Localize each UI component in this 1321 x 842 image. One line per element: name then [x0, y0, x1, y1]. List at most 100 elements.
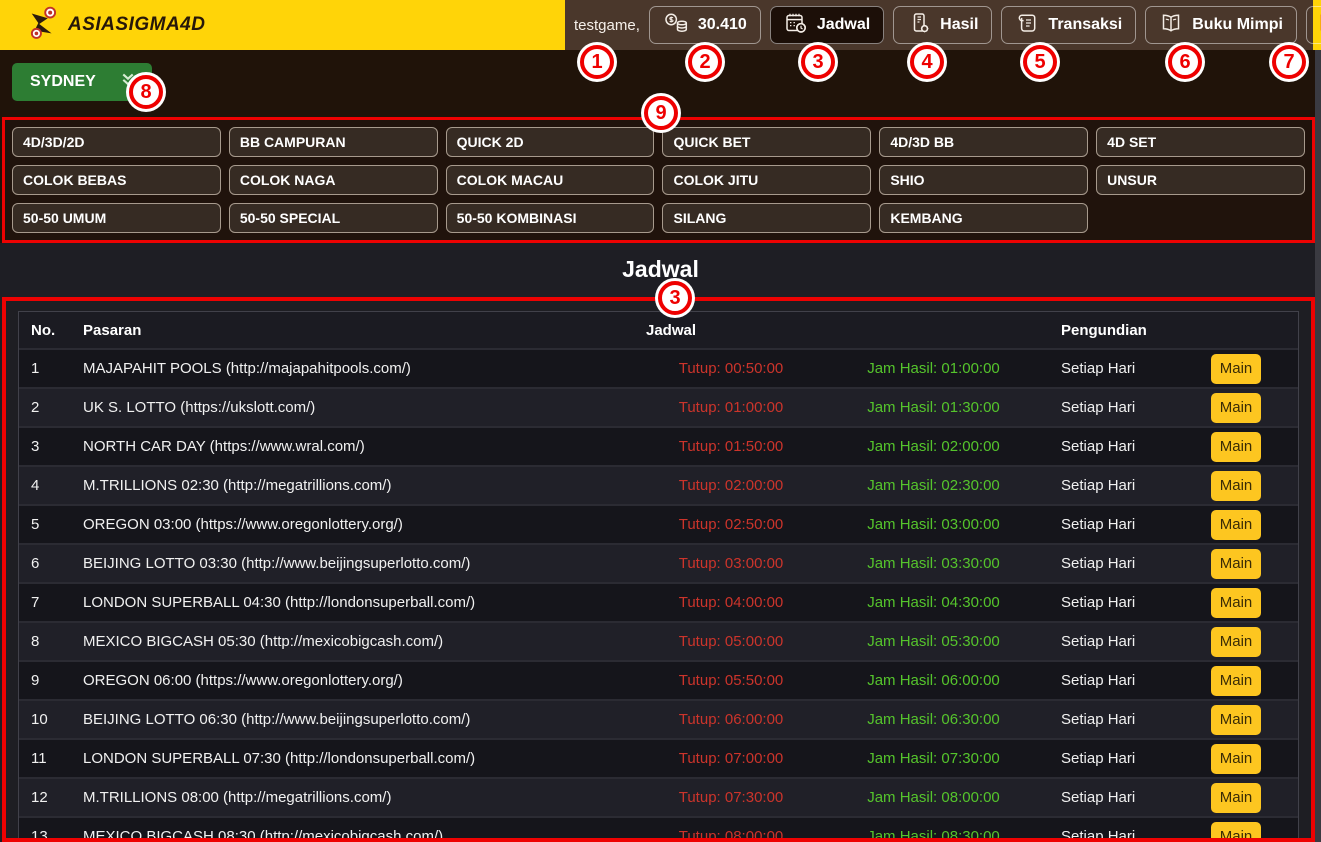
row-pengundian: Setiap Hari — [1051, 477, 1186, 494]
top-bar: ASIASIGMA4D testgame, 30.410 — [0, 0, 1321, 50]
row-pasaran: LONDON SUPERBALL 07:30 (http://londonsup… — [83, 750, 646, 767]
row-pasaran: MEXICO BIGCASH 05:30 (http://mexicobigca… — [83, 633, 646, 650]
main-button[interactable]: Main — [1211, 510, 1261, 540]
logout-button[interactable] — [1306, 6, 1321, 44]
row-no: 4 — [31, 477, 83, 494]
row-tutup-time: Tutup: 07:00:00 — [646, 750, 816, 767]
game-menu-shio[interactable]: SHIO — [879, 165, 1088, 195]
row-main-cell: Main — [1186, 471, 1286, 501]
table-row: 11LONDON SUPERBALL 07:30 (http://londons… — [19, 738, 1298, 777]
main-button[interactable]: Main — [1211, 549, 1261, 579]
row-pengundian: Setiap Hari — [1051, 828, 1186, 842]
game-menu-4d-3d-2d[interactable]: 4D/3D/2D — [12, 127, 221, 157]
row-pengundian: Setiap Hari — [1051, 594, 1186, 611]
game-menu-unsur[interactable]: UNSUR — [1096, 165, 1305, 195]
username-label: testgame, — [574, 17, 640, 34]
row-pasaran: NORTH CAR DAY (https://www.wral.com/) — [83, 438, 646, 455]
main-button[interactable]: Main — [1211, 354, 1261, 384]
main-button[interactable]: Main — [1211, 705, 1261, 735]
calendar-clock-icon — [784, 11, 808, 40]
game-menu-colok-macau[interactable]: COLOK MACAU — [446, 165, 655, 195]
table-row: 13MEXICO BIGCASH 08:30 (http://mexicobig… — [19, 816, 1298, 842]
table-row: 7LONDON SUPERBALL 04:30 (http://londonsu… — [19, 582, 1298, 621]
main-button[interactable]: Main — [1211, 744, 1261, 774]
main-button[interactable]: Main — [1211, 666, 1261, 696]
row-pasaran: MEXICO BIGCASH 08:30 (http://mexicobigca… — [83, 828, 646, 842]
game-menu-quick-2d[interactable]: QUICK 2D — [446, 127, 655, 157]
row-main-cell: Main — [1186, 666, 1286, 696]
balance-value: 30.410 — [698, 16, 747, 34]
game-menu-colok-naga[interactable]: COLOK NAGA — [229, 165, 438, 195]
row-main-cell: Main — [1186, 354, 1286, 384]
row-pasaran: M.TRILLIONS 08:00 (http://megatrillions.… — [83, 789, 646, 806]
nav-hasil-button[interactable]: Hasil — [893, 6, 992, 44]
nav-jadwal-label: Jadwal — [817, 16, 870, 34]
market-select-label: SYDNEY — [30, 73, 96, 91]
row-hasil-time: Jam Hasil: 07:30:00 — [816, 750, 1051, 767]
row-no: 2 — [31, 399, 83, 416]
game-menu-50-50-special[interactable]: 50-50 SPECIAL — [229, 203, 438, 233]
row-pasaran: BEIJING LOTTO 06:30 (http://www.beijings… — [83, 711, 646, 728]
game-menu-silang[interactable]: SILANG — [662, 203, 871, 233]
table-row: 6BEIJING LOTTO 03:30 (http://www.beijing… — [19, 543, 1298, 582]
game-menu-4d-set[interactable]: 4D SET — [1096, 127, 1305, 157]
main-button[interactable]: Main — [1211, 432, 1261, 462]
game-menu-quick-bet[interactable]: QUICK BET — [662, 127, 871, 157]
row-tutup-time: Tutup: 00:50:00 — [646, 360, 816, 377]
row-tutup-time: Tutup: 03:00:00 — [646, 555, 816, 572]
main-button[interactable]: Main — [1211, 393, 1261, 423]
table-row: 9OREGON 06:00 (https://www.oregonlottery… — [19, 660, 1298, 699]
row-tutup-time: Tutup: 05:00:00 — [646, 633, 816, 650]
game-menu-bb-campuran[interactable]: BB CAMPURAN — [229, 127, 438, 157]
row-hasil-time: Jam Hasil: 08:30:00 — [816, 828, 1051, 842]
game-menu-4d-3d-bb[interactable]: 4D/3D BB — [879, 127, 1088, 157]
row-pengundian: Setiap Hari — [1051, 360, 1186, 377]
row-no: 3 — [31, 438, 83, 455]
row-tutup-time: Tutup: 06:00:00 — [646, 711, 816, 728]
game-menu-50-50-umum[interactable]: 50-50 UMUM — [12, 203, 221, 233]
col-header-jadwal: Jadwal — [646, 322, 816, 339]
annotation-circle-5: 5 — [1023, 45, 1057, 79]
main-button[interactable]: Main — [1211, 588, 1261, 618]
logout-door-icon — [1317, 10, 1321, 40]
annotation-circle-1: 1 — [580, 45, 614, 79]
nav-transaksi-label: Transaksi — [1048, 16, 1122, 34]
game-menu-colok-bebas[interactable]: COLOK BEBAS — [12, 165, 221, 195]
nav-buku-mimpi-label: Buku Mimpi — [1192, 16, 1283, 34]
schedule-table-box: No. Pasaran Jadwal Pengundian 1MAJAPAHIT… — [2, 297, 1315, 842]
row-main-cell: Main — [1186, 744, 1286, 774]
game-menu-50-50-kombinasi[interactable]: 50-50 KOMBINASI — [446, 203, 655, 233]
row-pengundian: Setiap Hari — [1051, 516, 1186, 533]
brand-name: ASIASIGMA4D — [68, 14, 205, 36]
annotation-circle-3: 3 — [801, 45, 835, 79]
row-hasil-time: Jam Hasil: 05:30:00 — [816, 633, 1051, 650]
nav-hasil-label: Hasil — [940, 16, 978, 34]
row-main-cell: Main — [1186, 510, 1286, 540]
main-button[interactable]: Main — [1211, 627, 1261, 657]
nav-jadwal-button[interactable]: Jadwal — [770, 6, 884, 44]
row-tutup-time: Tutup: 08:00:00 — [646, 828, 816, 842]
table-row: 8MEXICO BIGCASH 05:30 (http://mexicobigc… — [19, 621, 1298, 660]
row-no: 10 — [31, 711, 83, 728]
row-no: 13 — [31, 828, 83, 842]
nav-buku-mimpi-button[interactable]: Buku Mimpi — [1145, 6, 1297, 44]
main-button[interactable]: Main — [1211, 471, 1261, 501]
row-main-cell: Main — [1186, 822, 1286, 842]
balance-button[interactable]: 30.410 — [649, 6, 761, 44]
row-hasil-time: Jam Hasil: 03:00:00 — [816, 516, 1051, 533]
game-menu-kembang[interactable]: KEMBANG — [879, 203, 1088, 233]
game-menu-colok-jitu[interactable]: COLOK JITU — [662, 165, 871, 195]
main-button[interactable]: Main — [1211, 822, 1261, 842]
nav-transaksi-button[interactable]: Transaksi — [1001, 6, 1136, 44]
main-button[interactable]: Main — [1211, 783, 1261, 813]
vertical-scrollbar[interactable] — [1315, 50, 1321, 842]
row-main-cell: Main — [1186, 783, 1286, 813]
game-menu-grid: 4D/3D/2D BB CAMPURAN QUICK 2DQUICK BET 4D/3… — [2, 117, 1315, 243]
annotation-circle-2: 2 — [688, 45, 722, 79]
row-tutup-time: Tutup: 07:30:00 — [646, 789, 816, 806]
annotation-circle-8: 8 — [129, 75, 163, 109]
brand-logo-icon — [26, 5, 62, 46]
col-header-pasaran: Pasaran — [83, 322, 646, 339]
row-pasaran: M.TRILLIONS 02:30 (http://megatrillions.… — [83, 477, 646, 494]
row-main-cell: Main — [1186, 393, 1286, 423]
